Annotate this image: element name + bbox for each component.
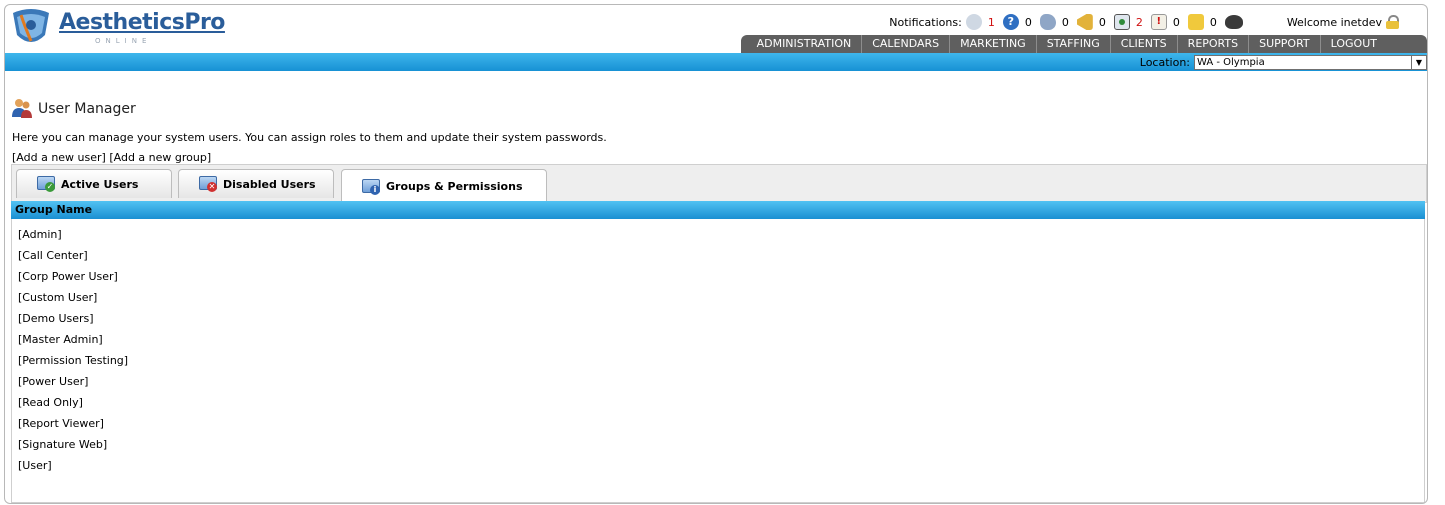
megaphone-icon bbox=[1076, 14, 1093, 30]
nav-clients[interactable]: CLIENTS bbox=[1111, 35, 1178, 53]
notifications-bar: Notifications: 1 ? 0 0 0 2 ! 0 0 Welcome… bbox=[889, 13, 1399, 31]
logo-emblem-icon bbox=[13, 9, 49, 42]
notification-count: 0 bbox=[1024, 15, 1032, 29]
users-disabled-icon: ✕ bbox=[199, 176, 217, 192]
nav-staffing[interactable]: STAFFING bbox=[1037, 35, 1111, 53]
action-links: [Add a new user] [Add a new group] bbox=[12, 151, 211, 164]
app-logo[interactable]: AestheticsPro ONLINE bbox=[5, 7, 225, 51]
location-picker: Location: WA - Olympia ▼ bbox=[1140, 54, 1427, 70]
footprints-icon bbox=[1039, 14, 1056, 30]
notification-announcements[interactable]: 0 bbox=[1076, 14, 1106, 30]
logo-wordmark: AestheticsPro bbox=[59, 10, 225, 35]
logo-tagline: ONLINE bbox=[95, 37, 152, 45]
tab-strip: ✓ Active Users ✕ Disabled Users i Groups… bbox=[11, 164, 1427, 203]
group-row[interactable]: [Power User] bbox=[18, 375, 88, 388]
group-row[interactable]: [Admin] bbox=[18, 228, 62, 241]
chat-bubble-icon bbox=[965, 14, 982, 30]
help-circle-icon: ? bbox=[1002, 14, 1019, 30]
tab-label: Disabled Users bbox=[223, 177, 316, 191]
notification-count: 0 bbox=[1098, 15, 1106, 29]
notification-alerts[interactable]: ! 0 bbox=[1150, 14, 1180, 30]
group-row[interactable]: [Report Viewer] bbox=[18, 417, 104, 430]
location-label: Location: bbox=[1139, 55, 1190, 69]
chevron-down-icon[interactable]: ▼ bbox=[1411, 55, 1426, 69]
nav-reports[interactable]: REPORTS bbox=[1178, 35, 1250, 53]
notification-search[interactable] bbox=[1224, 15, 1249, 29]
tab-label: Groups & Permissions bbox=[386, 180, 523, 193]
alert-note-icon: ! bbox=[1150, 14, 1167, 30]
nav-calendars[interactable]: CALENDARS bbox=[862, 35, 951, 53]
notification-notes[interactable]: 0 bbox=[1187, 14, 1217, 30]
main-nav: ADMINISTRATION CALENDARS MARKETING STAFF… bbox=[740, 35, 1427, 53]
notification-monitor[interactable]: 2 bbox=[1113, 14, 1143, 30]
add-group-link[interactable]: [Add a new group] bbox=[109, 151, 211, 164]
sticky-note-icon bbox=[1187, 14, 1204, 30]
monitor-alert-icon bbox=[1113, 14, 1130, 30]
page-title: User Manager bbox=[38, 101, 136, 117]
welcome-text: Welcome inetdev bbox=[1286, 15, 1382, 29]
tab-groups-permissions[interactable]: i Groups & Permissions bbox=[341, 169, 547, 203]
nav-support[interactable]: SUPPORT bbox=[1249, 35, 1321, 53]
groups-info-icon: i bbox=[362, 178, 380, 195]
location-value: WA - Olympia bbox=[1197, 56, 1265, 68]
nav-marketing[interactable]: MARKETING bbox=[950, 35, 1037, 53]
tab-label: Active Users bbox=[61, 177, 139, 191]
users-group-icon bbox=[12, 99, 32, 118]
tab-disabled-users[interactable]: ✕ Disabled Users bbox=[178, 169, 334, 198]
notifications-label: Notifications: bbox=[889, 15, 962, 29]
lock-icon[interactable] bbox=[1386, 15, 1399, 29]
nav-logout[interactable]: LOGOUT bbox=[1321, 35, 1387, 53]
notification-count: 2 bbox=[1135, 15, 1143, 29]
notification-count: 0 bbox=[1209, 15, 1217, 29]
group-row[interactable]: [Signature Web] bbox=[18, 438, 107, 451]
users-check-icon: ✓ bbox=[37, 176, 55, 192]
column-header-group-name[interactable]: Group Name bbox=[11, 201, 1425, 219]
notification-count: 1 bbox=[987, 15, 995, 29]
group-row[interactable]: [Master Admin] bbox=[18, 333, 103, 346]
notification-count: 0 bbox=[1061, 15, 1069, 29]
group-row[interactable]: [Corp Power User] bbox=[18, 270, 118, 283]
group-row[interactable]: [Demo Users] bbox=[18, 312, 94, 325]
app-window: AestheticsPro ONLINE Notifications: 1 ? … bbox=[4, 4, 1428, 504]
nav-administration[interactable]: ADMINISTRATION bbox=[747, 35, 863, 53]
notification-help[interactable]: ? 0 bbox=[1002, 14, 1032, 30]
notification-steps[interactable]: 0 bbox=[1039, 14, 1069, 30]
group-row[interactable]: [Custom User] bbox=[18, 291, 97, 304]
group-row[interactable]: [User] bbox=[18, 459, 52, 472]
group-row[interactable]: [Call Center] bbox=[18, 249, 88, 262]
group-row[interactable]: [Read Only] bbox=[18, 396, 83, 409]
notification-count: 0 bbox=[1172, 15, 1180, 29]
binoculars-icon bbox=[1224, 15, 1243, 29]
page-description: Here you can manage your system users. Y… bbox=[12, 131, 607, 144]
groups-table: [Admin] [Call Center] [Corp Power User] … bbox=[11, 219, 1425, 503]
add-user-link[interactable]: [Add a new user] bbox=[12, 151, 106, 164]
location-select[interactable]: WA - Olympia ▼ bbox=[1194, 54, 1427, 70]
group-row[interactable]: [Permission Testing] bbox=[18, 354, 128, 367]
welcome-user: Welcome inetdev bbox=[1287, 15, 1399, 29]
notification-messages[interactable]: 1 bbox=[965, 14, 995, 30]
tab-active-users[interactable]: ✓ Active Users bbox=[16, 169, 172, 198]
